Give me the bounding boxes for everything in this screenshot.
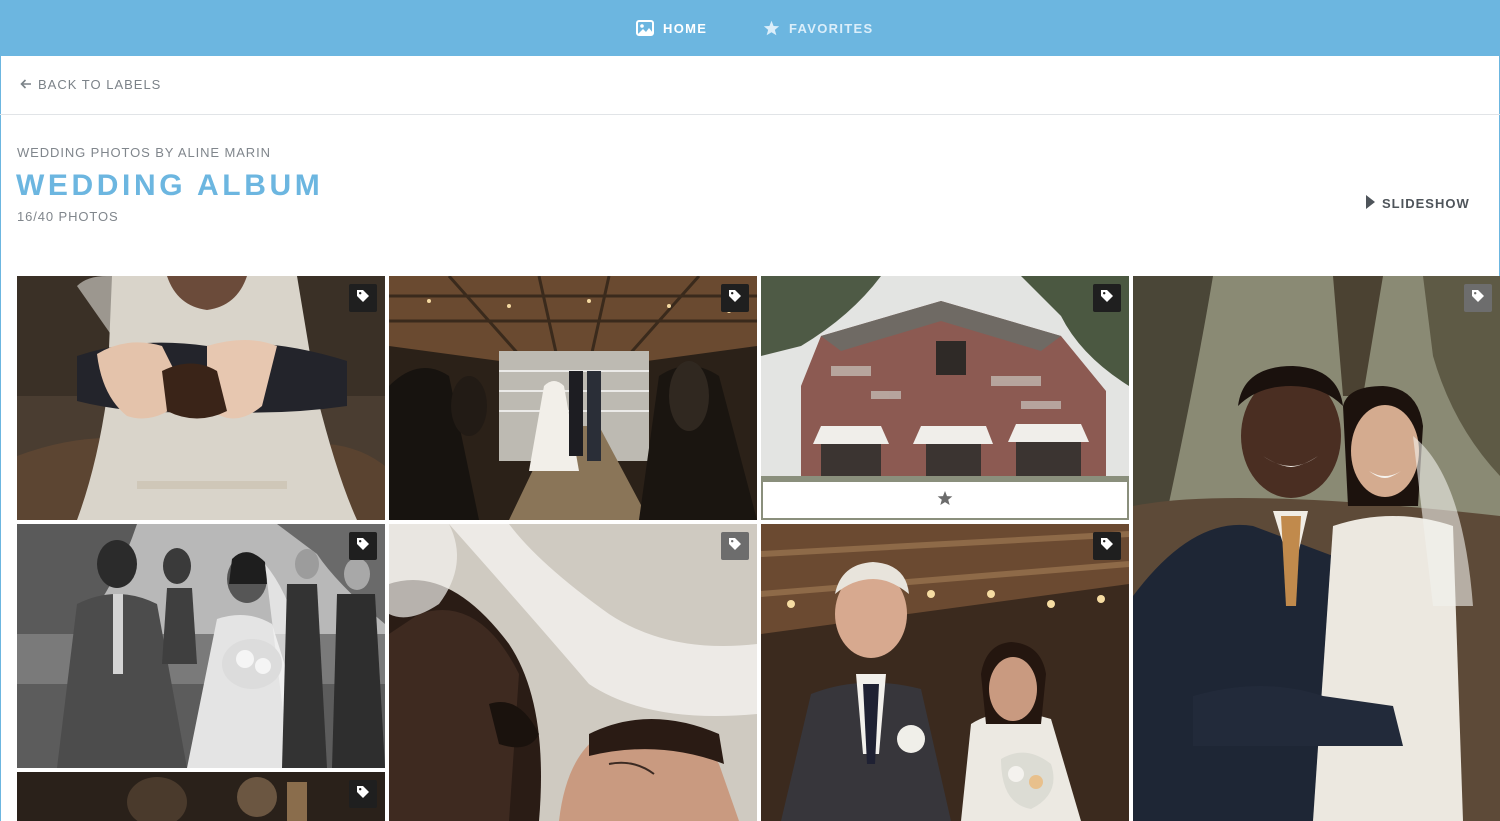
star-icon: [763, 20, 780, 36]
tag-button[interactable]: [349, 532, 377, 560]
tag-button[interactable]: [349, 284, 377, 312]
photo-tile[interactable]: [761, 524, 1129, 821]
photo-count: 16/40 PHOTOS: [17, 209, 119, 224]
tag-icon: [356, 537, 370, 556]
photo-tile[interactable]: [17, 772, 385, 821]
tag-button[interactable]: [721, 284, 749, 312]
photo-tile[interactable]: [17, 524, 385, 768]
favorite-button[interactable]: [763, 482, 1127, 518]
tag-icon: [356, 785, 370, 804]
tag-icon: [1471, 289, 1485, 308]
photo-image: [761, 524, 1129, 821]
photo-image: [389, 276, 757, 520]
photo-image: [17, 276, 385, 520]
photo-tile[interactable]: [389, 524, 757, 821]
tag-button[interactable]: [721, 532, 749, 560]
nav-home-label: HOME: [663, 20, 708, 36]
image-icon: [636, 20, 654, 36]
photo-image: [17, 772, 385, 821]
photo-tile[interactable]: [17, 276, 385, 520]
photo-tile[interactable]: [1133, 276, 1500, 821]
slideshow-button[interactable]: SLIDESHOW: [1365, 195, 1470, 212]
play-icon: [1365, 195, 1375, 212]
back-to-labels-link[interactable]: BACK TO LABELS: [20, 77, 161, 92]
nav-favorites-label: FAVORITES: [789, 20, 874, 36]
back-bar: BACK TO LABELS: [0, 56, 1500, 115]
back-to-labels-label: BACK TO LABELS: [38, 77, 162, 92]
tag-icon: [356, 289, 370, 308]
photo-image: [1133, 276, 1500, 821]
tag-button[interactable]: [1093, 532, 1121, 560]
tag-icon: [1100, 289, 1114, 308]
album-subtitle: WEDDING PHOTOS BY ALINE MARIN: [17, 145, 271, 160]
tag-button[interactable]: [1464, 284, 1492, 312]
photo-image: [17, 524, 385, 768]
tag-icon: [1100, 537, 1114, 556]
photo-image: [389, 524, 757, 821]
nav-home[interactable]: HOME: [636, 0, 707, 56]
star-icon: [937, 490, 953, 511]
tag-button[interactable]: [349, 780, 377, 808]
tag-icon: [728, 537, 742, 556]
nav-favorites[interactable]: FAVORITES: [763, 0, 873, 56]
tag-icon: [728, 289, 742, 308]
photo-tile[interactable]: [761, 276, 1129, 520]
page-title: WEDDING ALBUM: [16, 169, 324, 202]
tag-button[interactable]: [1093, 284, 1121, 312]
arrow-left-icon: [20, 77, 32, 92]
top-nav: HOME FAVORITES: [0, 0, 1500, 56]
slideshow-label: SLIDESHOW: [1382, 196, 1470, 211]
photo-tile[interactable]: [389, 276, 757, 520]
